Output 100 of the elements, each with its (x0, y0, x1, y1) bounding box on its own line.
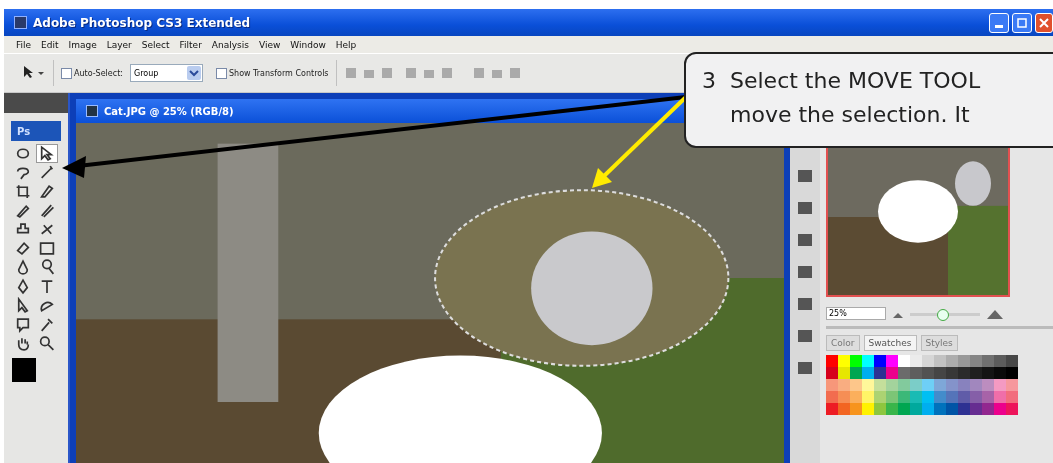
color-swatch[interactable] (958, 391, 970, 403)
color-swatch[interactable] (910, 391, 922, 403)
color-swatch[interactable] (934, 367, 946, 379)
color-swatch[interactable] (826, 367, 838, 379)
color-swatch[interactable] (994, 355, 1006, 367)
panel-tab[interactable]: Swatches (863, 335, 917, 351)
move-tool-icon[interactable] (22, 65, 46, 81)
color-swatch[interactable] (922, 391, 934, 403)
color-swatch[interactable] (994, 403, 1006, 415)
color-swatch[interactable] (958, 379, 970, 391)
color-swatch[interactable] (886, 379, 898, 391)
color-swatch[interactable] (982, 367, 994, 379)
menu-item[interactable]: File (16, 39, 32, 50)
color-swatch[interactable] (898, 403, 910, 415)
color-swatch[interactable] (850, 355, 862, 367)
color-swatch[interactable] (934, 391, 946, 403)
color-swatch[interactable] (970, 355, 982, 367)
color-swatch[interactable] (1006, 379, 1018, 391)
color-swatch[interactable] (874, 355, 886, 367)
color-swatch[interactable] (862, 367, 874, 379)
menu-item[interactable]: Window (290, 39, 326, 50)
color-swatch[interactable] (850, 403, 862, 415)
color-swatch[interactable] (838, 355, 850, 367)
maximize-button[interactable] (1012, 12, 1032, 33)
color-swatch[interactable] (922, 355, 934, 367)
color-swatch[interactable] (874, 391, 886, 403)
color-swatch[interactable] (922, 379, 934, 391)
color-swatch[interactable] (1006, 355, 1018, 367)
group-dropdown[interactable]: Group (130, 64, 203, 82)
close-button[interactable] (1035, 12, 1053, 33)
color-swatch[interactable] (934, 355, 946, 367)
color-swatch[interactable] (910, 379, 922, 391)
color-swatch[interactable] (826, 379, 838, 391)
auto-select-checkbox[interactable] (61, 67, 72, 79)
color-swatch[interactable] (850, 367, 862, 379)
show-transform-checkbox[interactable] (216, 67, 227, 79)
color-swatch[interactable] (826, 355, 838, 367)
color-swatch[interactable] (910, 355, 922, 367)
menu-item[interactable]: Filter (179, 39, 202, 50)
menu-item[interactable]: Analysis (211, 39, 249, 50)
color-swatch[interactable] (1006, 391, 1018, 403)
color-swatch[interactable] (898, 391, 910, 403)
color-swatch[interactable] (958, 367, 970, 379)
color-swatch[interactable] (886, 355, 898, 367)
menu-item[interactable]: Layer (106, 39, 132, 50)
color-swatch[interactable] (994, 367, 1006, 379)
color-swatch[interactable] (838, 367, 850, 379)
color-swatch[interactable] (970, 379, 982, 391)
color-swatch[interactable] (946, 367, 958, 379)
color-swatch[interactable] (934, 403, 946, 415)
gradient-tool-icon[interactable] (37, 240, 57, 257)
color-swatch[interactable] (1006, 403, 1018, 415)
menu-item[interactable]: Help (335, 39, 357, 50)
color-swatch[interactable] (910, 367, 922, 379)
color-swatch[interactable] (838, 379, 850, 391)
color-swatch[interactable] (994, 379, 1006, 391)
color-swatch[interactable] (1006, 367, 1018, 379)
menu-item[interactable]: Image (68, 39, 97, 50)
color-swatch[interactable] (982, 379, 994, 391)
color-swatch[interactable] (850, 379, 862, 391)
color-swatch[interactable] (862, 355, 874, 367)
color-swatch[interactable] (874, 403, 886, 415)
color-swatch[interactable] (838, 391, 850, 403)
color-swatch[interactable] (826, 403, 838, 415)
color-swatch[interactable] (946, 379, 958, 391)
color-swatch[interactable] (982, 355, 994, 367)
color-swatch[interactable] (910, 403, 922, 415)
color-swatch[interactable] (874, 367, 886, 379)
color-swatch[interactable] (898, 367, 910, 379)
slider-thumb[interactable] (936, 308, 949, 321)
color-swatch[interactable] (838, 403, 850, 415)
color-swatch[interactable] (922, 367, 934, 379)
color-swatch[interactable] (982, 391, 994, 403)
color-swatch[interactable] (946, 355, 958, 367)
color-swatch[interactable] (850, 391, 862, 403)
color-swatch[interactable] (958, 355, 970, 367)
color-swatch[interactable] (946, 391, 958, 403)
color-swatch[interactable] (898, 355, 910, 367)
color-swatch[interactable] (826, 391, 838, 403)
zoom-field[interactable]: 25% (826, 307, 886, 320)
color-swatch[interactable] (970, 391, 982, 403)
zoom-tool-icon[interactable] (37, 335, 57, 352)
color-swatch[interactable] (862, 391, 874, 403)
move-tool-icon[interactable] (37, 145, 57, 162)
color-swatch[interactable] (934, 379, 946, 391)
color-swatch[interactable] (958, 403, 970, 415)
menu-item[interactable]: Edit (41, 39, 59, 50)
color-swatch[interactable] (886, 367, 898, 379)
color-swatch[interactable] (970, 403, 982, 415)
minimize-button[interactable] (989, 12, 1009, 33)
menu-item[interactable]: View (258, 39, 281, 50)
color-swatch[interactable] (862, 403, 874, 415)
color-swatch[interactable] (946, 403, 958, 415)
foreground-color-swatch[interactable] (12, 358, 36, 382)
color-swatch[interactable] (886, 403, 898, 415)
color-swatch[interactable] (874, 379, 886, 391)
color-swatch[interactable] (922, 403, 934, 415)
panel-tab[interactable]: Color (826, 335, 860, 351)
color-swatch[interactable] (886, 391, 898, 403)
color-swatch[interactable] (994, 391, 1006, 403)
